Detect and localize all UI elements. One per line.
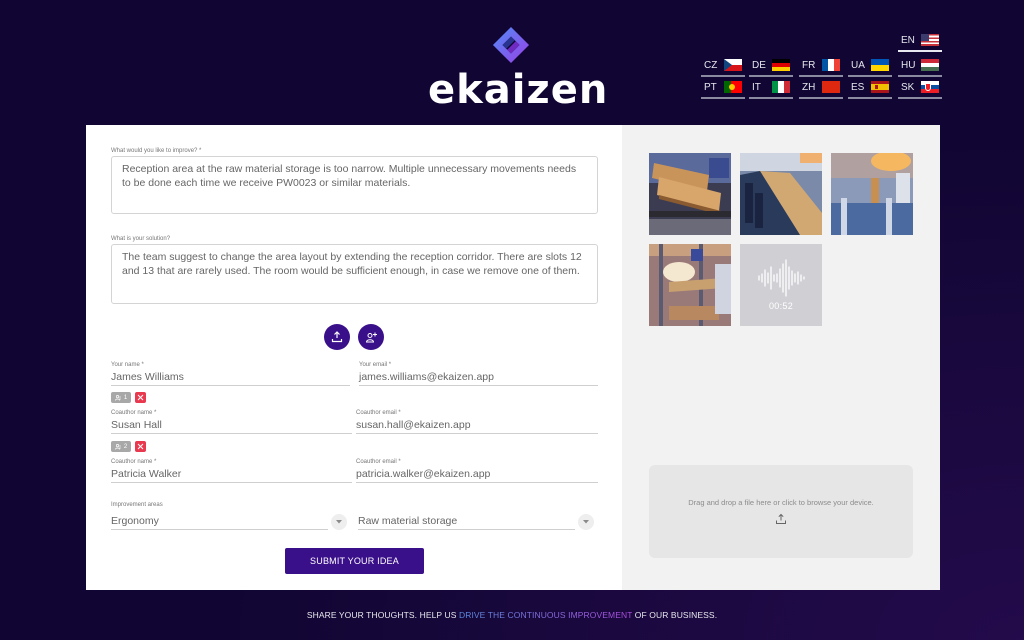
upload-attachment-button[interactable] — [324, 324, 350, 350]
coauthor-2-email-input[interactable]: patricia.walker@ekaizen.app — [356, 467, 598, 483]
language-option-de[interactable]: DE — [749, 57, 793, 77]
remove-coauthor-1-button[interactable] — [135, 392, 146, 403]
improve-textarea[interactable]: Reception area at the raw material stora… — [111, 156, 598, 214]
language-code: UA — [851, 59, 865, 71]
language-option-pt[interactable]: PT — [701, 79, 745, 99]
language-code: ES — [851, 81, 865, 93]
factory-conveyor-photo — [831, 153, 913, 235]
upload-icon — [331, 331, 343, 343]
close-icon — [137, 443, 144, 450]
tagline-highlight: DRIVE THE CONTINUOUS IMPROVEMENT — [458, 610, 633, 620]
coauthor-1-badge: 1 — [111, 392, 131, 403]
language-option-es[interactable]: ES — [848, 79, 892, 99]
language-code: HU — [901, 59, 916, 71]
wood-panel-production-line-photo — [740, 153, 822, 235]
us-flag-icon — [921, 34, 939, 46]
coauthor-2-badge: 2 — [111, 441, 131, 452]
language-option-hu[interactable]: HU — [898, 57, 942, 77]
sk-flag-icon — [921, 81, 939, 93]
add-coauthor-icon — [365, 332, 377, 342]
attachment-image-2[interactable] — [740, 153, 822, 235]
add-coauthor-button[interactable] — [358, 324, 384, 350]
ekaizen-logo: ekaizen — [428, 26, 607, 112]
language-code: IT — [752, 81, 761, 93]
dropzone-text: Drag and drop a file here or click to br… — [688, 498, 874, 507]
language-option-it[interactable]: IT — [749, 79, 793, 99]
tagline-end: OF OUR BUSINESS. — [632, 610, 718, 620]
language-code: PT — [704, 81, 717, 93]
coauthor-1-name-input[interactable]: Susan Hall — [111, 418, 352, 434]
language-code: SK — [901, 81, 915, 93]
file-dropzone[interactable]: Drag and drop a file here or click to br… — [649, 465, 913, 558]
idea-form-card: What would you like to improve? * Recept… — [86, 125, 940, 590]
coauthor-1-email-input[interactable]: susan.hall@ekaizen.app — [356, 418, 598, 434]
language-option-ua[interactable]: UA — [848, 57, 892, 77]
language-option-sk[interactable]: SK — [898, 79, 942, 99]
coauthor-1-name-label: Coauthor name * — [111, 410, 157, 416]
audio-duration: 00:52 — [768, 301, 794, 311]
language-code: DE — [752, 59, 766, 71]
logo-mark-icon — [492, 26, 530, 64]
language-option-cz[interactable]: CZ — [701, 57, 745, 77]
solution-textarea[interactable]: The team suggest to change the area layo… — [111, 244, 598, 304]
improvement-area-select-2[interactable]: Raw material storage — [358, 514, 575, 530]
audio-waveform-icon — [758, 259, 805, 297]
conveyor-wood-planks-photo — [649, 153, 731, 235]
pt-flag-icon — [724, 81, 742, 93]
improvement-area-select-1[interactable]: Ergonomy — [111, 514, 328, 530]
coauthor-2-name-label: Coauthor name * — [111, 459, 157, 465]
cz-flag-icon — [724, 59, 742, 71]
upload-icon — [776, 513, 786, 524]
de-flag-icon — [772, 59, 790, 71]
close-icon — [137, 394, 144, 401]
your-name-label: Your name * — [111, 362, 144, 368]
your-email-label: Your email * — [359, 362, 392, 368]
it-flag-icon — [772, 81, 790, 93]
language-option-fr[interactable]: FR — [799, 57, 843, 77]
es-flag-icon — [871, 81, 889, 93]
chevron-down-icon — [583, 520, 589, 524]
area-1-dropdown-button[interactable] — [331, 514, 347, 530]
chevron-down-icon — [336, 520, 342, 524]
language-code: EN — [901, 34, 915, 46]
solution-label: What is your solution? — [111, 236, 171, 242]
attachment-image-3[interactable] — [831, 153, 913, 235]
language-option-en[interactable]: EN — [898, 32, 942, 52]
language-option-zh[interactable]: ZH — [799, 79, 843, 99]
cn-flag-icon — [822, 81, 840, 93]
attachments-panel: 00:52 Drag and drop a file here or click… — [622, 125, 940, 590]
improvement-areas-label: Improvement areas — [111, 502, 163, 508]
coauthor-1-email-label: Coauthor email * — [356, 410, 401, 416]
tagline-start: SHARE YOUR THOUGHTS. HELP US — [306, 610, 459, 620]
user-group-icon — [114, 443, 121, 450]
improve-label: What would you like to improve? * — [111, 148, 202, 154]
user-group-icon — [114, 394, 121, 401]
language-code: FR — [802, 59, 816, 71]
your-name-input[interactable]: James Williams — [111, 370, 350, 386]
ua-flag-icon — [871, 59, 889, 71]
remove-coauthor-2-button[interactable] — [135, 441, 146, 452]
footer-tagline: SHARE YOUR THOUGHTS. HELP US DRIVE THE C… — [0, 610, 1024, 620]
language-code: ZH — [802, 81, 816, 93]
coauthor-2-email-label: Coauthor email * — [356, 459, 401, 465]
language-code: CZ — [704, 59, 718, 71]
warehouse-lumber-photo — [649, 244, 731, 326]
coauthor-2-index: 2 — [123, 443, 128, 450]
logo-wordmark: ekaizen — [428, 67, 609, 113]
coauthor-2-name-input[interactable]: Patricia Walker — [111, 467, 352, 483]
coauthor-1-index: 1 — [123, 394, 128, 401]
attachment-audio[interactable]: 00:52 — [740, 244, 822, 326]
attachment-image-1[interactable] — [649, 153, 731, 235]
area-2-dropdown-button[interactable] — [578, 514, 594, 530]
submit-idea-button[interactable]: SUBMIT YOUR IDEA — [285, 548, 424, 574]
attachment-image-4[interactable] — [649, 244, 731, 326]
hu-flag-icon — [921, 59, 939, 71]
fr-flag-icon — [822, 59, 840, 71]
your-email-input[interactable]: james.williams@ekaizen.app — [359, 370, 598, 386]
